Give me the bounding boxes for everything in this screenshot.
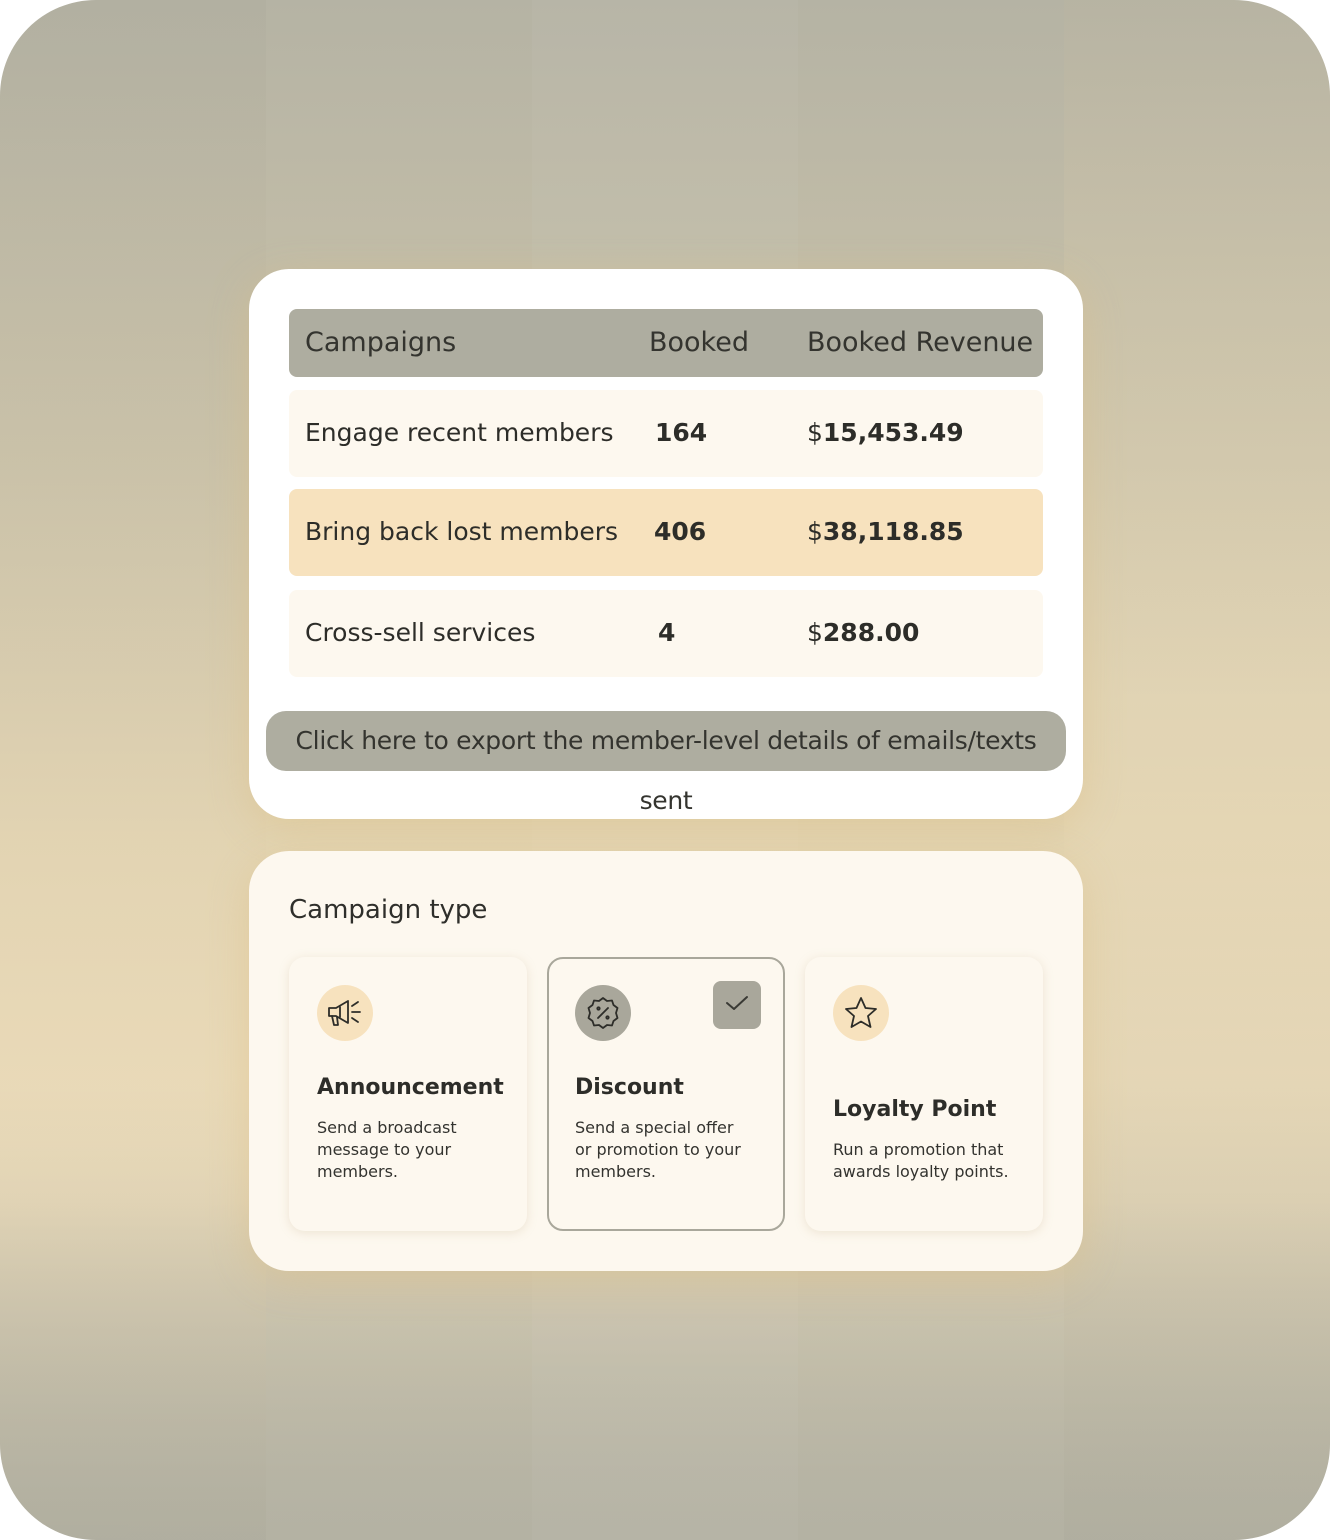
table-row[interactable]: Cross-sell services 4 $288.00 <box>289 590 1043 677</box>
booked-revenue: $15,453.49 <box>807 418 964 447</box>
booked-revenue: $38,118.85 <box>807 517 964 546</box>
selected-checkbox[interactable] <box>713 981 761 1029</box>
export-details-button[interactable]: Click here to export the member-level de… <box>266 711 1066 815</box>
booked-count: 406 <box>654 517 707 546</box>
table-header: Campaigns Booked Booked Revenue <box>289 309 1043 377</box>
revenue-value: 15,453.49 <box>822 418 964 447</box>
campaign-type-title: Campaign type <box>289 895 488 925</box>
currency-symbol: $ <box>807 418 823 447</box>
option-discount[interactable]: Discount Send a special offer or promoti… <box>547 957 785 1231</box>
booked-revenue: $288.00 <box>807 618 919 647</box>
star-icon <box>833 985 889 1041</box>
checkmark-icon <box>724 993 750 1017</box>
option-title: Loyalty Point <box>833 1097 997 1122</box>
column-header-booked-revenue: Booked Revenue <box>807 327 1034 358</box>
currency-symbol: $ <box>807 517 823 546</box>
campaign-name: Cross-sell services <box>305 618 536 647</box>
option-announcement[interactable]: Announcement Send a broadcast message to… <box>289 957 527 1231</box>
revenue-value: 38,118.85 <box>822 517 964 546</box>
table-row[interactable]: Bring back lost members 406 $38,118.85 <box>289 489 1043 576</box>
column-header-campaigns: Campaigns <box>305 327 457 358</box>
option-loyalty-point[interactable]: Loyalty Point Run a promotion that award… <box>805 957 1043 1231</box>
megaphone-icon <box>317 985 373 1041</box>
option-description: Send a broadcast message to your members… <box>317 1118 457 1181</box>
option-description: Send a special offer or promotion to you… <box>575 1118 741 1181</box>
campaign-name: Bring back lost members <box>305 517 619 546</box>
table-row[interactable]: Engage recent members 164 $15,453.49 <box>289 390 1043 477</box>
option-title: Discount <box>575 1075 684 1100</box>
column-header-booked: Booked <box>649 327 749 358</box>
option-description: Run a promotion that awards loyalty poin… <box>833 1140 1009 1181</box>
background-stripe <box>0 0 266 1540</box>
currency-symbol: $ <box>807 618 823 647</box>
campaign-name: Engage recent members <box>305 418 614 447</box>
booked-count: 4 <box>658 618 676 647</box>
campaign-type-card: Campaign type Announcement Send a broadc… <box>249 851 1083 1271</box>
campaign-results-card: Campaigns Booked Booked Revenue Engage r… <box>249 269 1083 819</box>
revenue-value: 288.00 <box>822 618 920 647</box>
booked-count: 164 <box>655 418 708 447</box>
discount-badge-icon <box>575 985 631 1041</box>
option-title: Announcement <box>317 1075 504 1100</box>
background-stripe <box>1064 0 1330 1540</box>
background-frame: Campaigns Booked Booked Revenue Engage r… <box>0 0 1330 1540</box>
